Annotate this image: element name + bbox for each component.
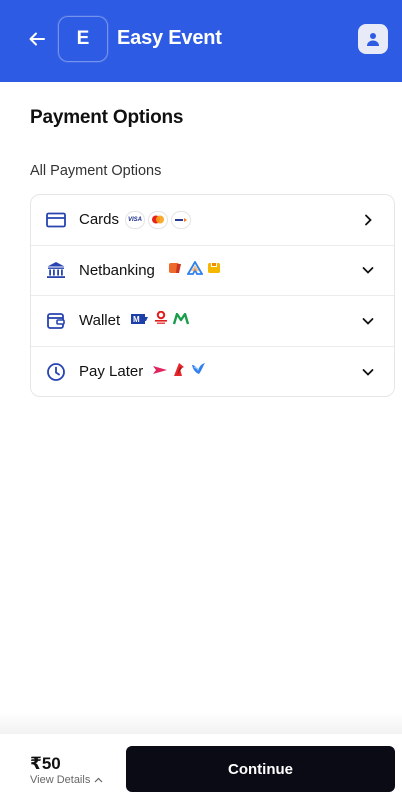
visa-logo: VISA	[125, 210, 145, 229]
card-brand-badges: VISA	[125, 210, 191, 229]
bank-icon	[45, 259, 67, 281]
payment-option-netbanking[interactable]: Netbanking	[31, 246, 394, 296]
svg-text:M: M	[133, 315, 140, 324]
page-title: Payment Options	[30, 107, 184, 128]
checkout-footer: ₹50 View Details Continue	[0, 734, 402, 798]
wallet-logo: M	[131, 312, 149, 330]
wallet-logo	[172, 312, 190, 330]
payment-option-label: Wallet	[79, 312, 121, 330]
rupay-logo	[171, 210, 191, 229]
bank-logo	[168, 261, 184, 280]
clock-icon	[45, 361, 67, 383]
payment-option-pay-later[interactable]: Pay Later	[31, 347, 394, 398]
bank-logos	[168, 259, 222, 280]
app-title: Easy Event	[117, 27, 222, 49]
section-label: All Payment Options	[30, 163, 162, 179]
bank-logo	[206, 261, 222, 280]
chevron-down-icon[interactable]	[362, 264, 374, 276]
bank-logo	[186, 259, 204, 280]
wallet-logo	[152, 311, 170, 330]
back-arrow-icon[interactable]	[24, 26, 50, 52]
payment-option-label: Netbanking	[79, 261, 155, 279]
view-details-link[interactable]: View Details	[30, 774, 103, 786]
app-logo: E	[58, 16, 108, 62]
payment-options-list: Cards VISA Netbanking Wallet M Pay Later	[30, 194, 395, 397]
payment-option-label: Cards	[79, 211, 120, 229]
user-icon	[367, 33, 379, 46]
payment-option-label: Pay Later	[79, 363, 144, 381]
footer-shadow	[0, 712, 402, 734]
logo-letter: E	[76, 28, 90, 49]
mastercard-logo	[148, 210, 168, 229]
continue-button[interactable]: Continue	[126, 746, 395, 792]
credit-card-icon	[45, 209, 67, 231]
app-header: E Easy Event	[0, 0, 402, 82]
chevron-down-icon[interactable]	[362, 315, 374, 327]
pay-later-logos	[152, 361, 206, 382]
pay-later-logo	[190, 362, 206, 381]
payment-option-wallet[interactable]: Wallet M	[31, 296, 394, 347]
total-amount: ₹50	[30, 754, 61, 773]
chevron-right-icon[interactable]	[362, 214, 374, 226]
view-details-label: View Details	[30, 774, 91, 786]
profile-button[interactable]	[358, 24, 388, 54]
payment-option-cards[interactable]: Cards VISA	[31, 195, 394, 246]
pay-later-logo	[171, 361, 187, 382]
pay-later-logo	[152, 363, 168, 381]
wallet-logos: M	[131, 311, 190, 330]
chevron-down-icon[interactable]	[362, 366, 374, 378]
wallet-icon	[45, 310, 67, 332]
chevron-up-icon	[94, 777, 103, 783]
